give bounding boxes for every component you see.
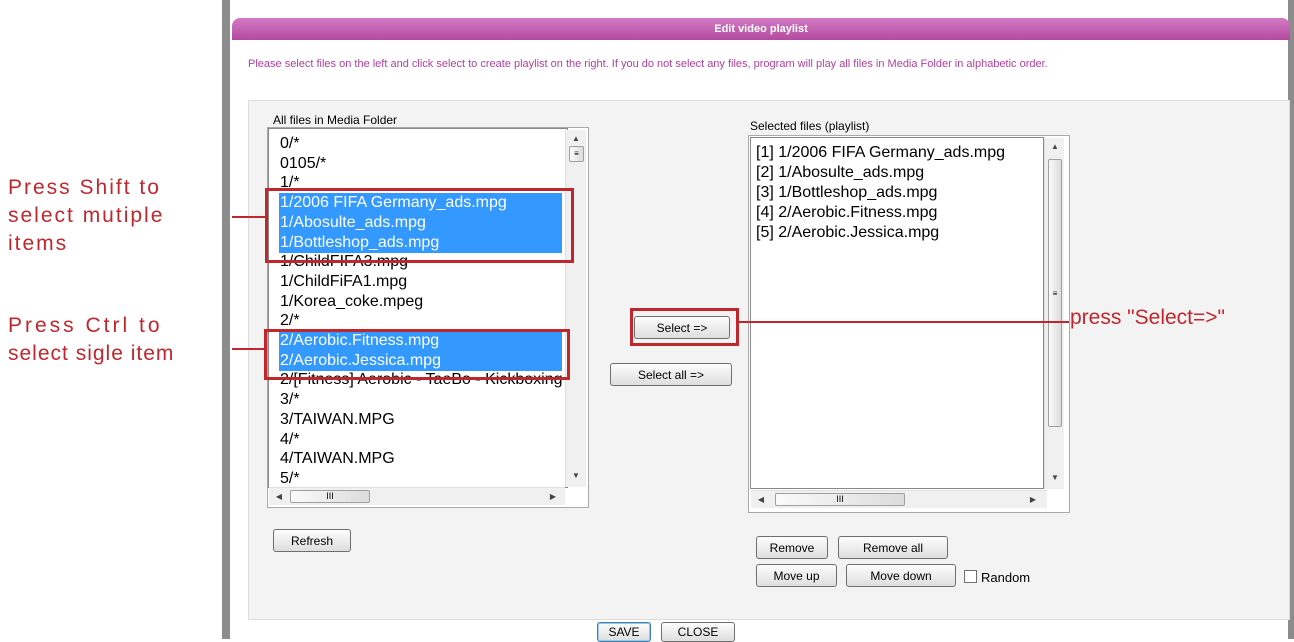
remove-all-button[interactable]: Remove all <box>838 536 948 559</box>
move-down-button[interactable]: Move down <box>846 564 956 587</box>
list-item[interactable]: 0/* <box>279 134 562 154</box>
list-item[interactable]: 5/* <box>279 469 562 487</box>
shift-callout-line1: Press Shift to <box>8 176 161 199</box>
media-folder-hscrollbar[interactable]: ◀ III ▶ <box>269 487 565 505</box>
scroll-left-arrow-icon[interactable]: ◀ <box>755 494 767 506</box>
hscroll-thumb[interactable]: III <box>290 490 370 503</box>
media-folder-label: All files in Media Folder <box>273 113 398 127</box>
scroll-up-arrow-icon[interactable]: ▲ <box>1049 141 1061 153</box>
remove-button[interactable]: Remove <box>756 536 828 559</box>
dialog-description: Please select files on the left and clic… <box>248 58 1048 70</box>
dialog-title: Edit video playlist <box>232 18 1290 40</box>
list-item[interactable]: [4] 2/Aerobic.Fitness.mpg <box>755 203 1038 223</box>
list-item[interactable]: 4/* <box>279 430 562 450</box>
close-button[interactable]: CLOSE <box>661 622 735 642</box>
shift-callout: Press Shift to select mutiple items <box>8 174 230 258</box>
random-checkbox[interactable] <box>964 570 977 583</box>
list-item[interactable]: [5] 2/Aerobic.Jessica.mpg <box>755 223 1038 243</box>
move-up-button[interactable]: Move up <box>756 564 837 587</box>
scroll-down-arrow-icon[interactable]: ▼ <box>1049 472 1061 484</box>
select-button-highlight <box>630 308 739 346</box>
save-button[interactable]: SAVE <box>597 622 651 642</box>
hscroll-thumb[interactable]: III <box>775 493 905 506</box>
scroll-left-arrow-icon[interactable]: ◀ <box>273 491 285 503</box>
ctrl-selection-highlight <box>264 329 570 380</box>
shift-callout-line3: items <box>8 232 69 255</box>
list-item[interactable]: 1/ChildFiFA1.mpg <box>279 272 562 292</box>
list-item[interactable]: 4/TAIWAN.MPG <box>279 449 562 469</box>
list-item[interactable]: [1] 1/2006 FIFA Germany_ads.mpg <box>755 143 1038 163</box>
scroll-right-arrow-icon[interactable]: ▶ <box>1027 494 1039 506</box>
select-callout: press "Select=>" <box>1070 306 1225 329</box>
shift-callout-line <box>232 216 266 218</box>
random-label: Random <box>981 570 1031 585</box>
ctrl-callout-line1: Press Ctrl to <box>8 314 163 337</box>
shift-callout-line2: select mutiple <box>8 204 165 227</box>
playlist-listbox[interactable]: [1] 1/2006 FIFA Germany_ads.mpg [2] 1/Abo… <box>750 137 1044 489</box>
list-item[interactable]: 0105/* <box>279 154 562 174</box>
shift-selection-highlight <box>265 188 574 263</box>
select-all-button[interactable]: Select all => <box>610 363 732 386</box>
scroll-up-arrow-icon[interactable]: ▲ <box>570 133 582 145</box>
select-callout-line <box>739 321 1069 323</box>
list-item[interactable]: [2] 1/Abosulte_ads.mpg <box>755 163 1038 183</box>
scroll-right-arrow-icon[interactable]: ▶ <box>547 491 559 503</box>
media-folder-vscrollbar[interactable]: ▲ ≡ ▼ <box>565 130 586 487</box>
list-item[interactable]: [3] 1/Bottleshop_ads.mpg <box>755 183 1038 203</box>
ctrl-callout-line <box>232 348 265 350</box>
ctrl-callout: Press Ctrl to select sigle item <box>8 312 230 368</box>
list-item[interactable]: 3/TAIWAN.MPG <box>279 410 562 430</box>
refresh-button[interactable]: Refresh <box>273 529 351 552</box>
playlist-hscrollbar[interactable]: ◀ III ▶ <box>751 490 1047 508</box>
scroll-thumb[interactable]: ≡ <box>1048 159 1062 427</box>
scroll-thumb[interactable]: ≡ <box>569 146 584 162</box>
playlist-label: Selected files (playlist) <box>750 119 870 133</box>
ctrl-callout-line2: select sigle item <box>8 342 175 365</box>
list-item[interactable]: 1/Korea_coke.mpeg <box>279 292 562 312</box>
playlist-vscrollbar[interactable]: ▲ ≡ ▼ <box>1044 138 1064 489</box>
scroll-down-arrow-icon[interactable]: ▼ <box>570 470 582 482</box>
list-item[interactable]: 3/* <box>279 390 562 410</box>
media-folder-listbox[interactable]: 0/* 0105/* 1/* 1/2006 FIFA Germany_ads.mpg 1… <box>268 128 568 488</box>
